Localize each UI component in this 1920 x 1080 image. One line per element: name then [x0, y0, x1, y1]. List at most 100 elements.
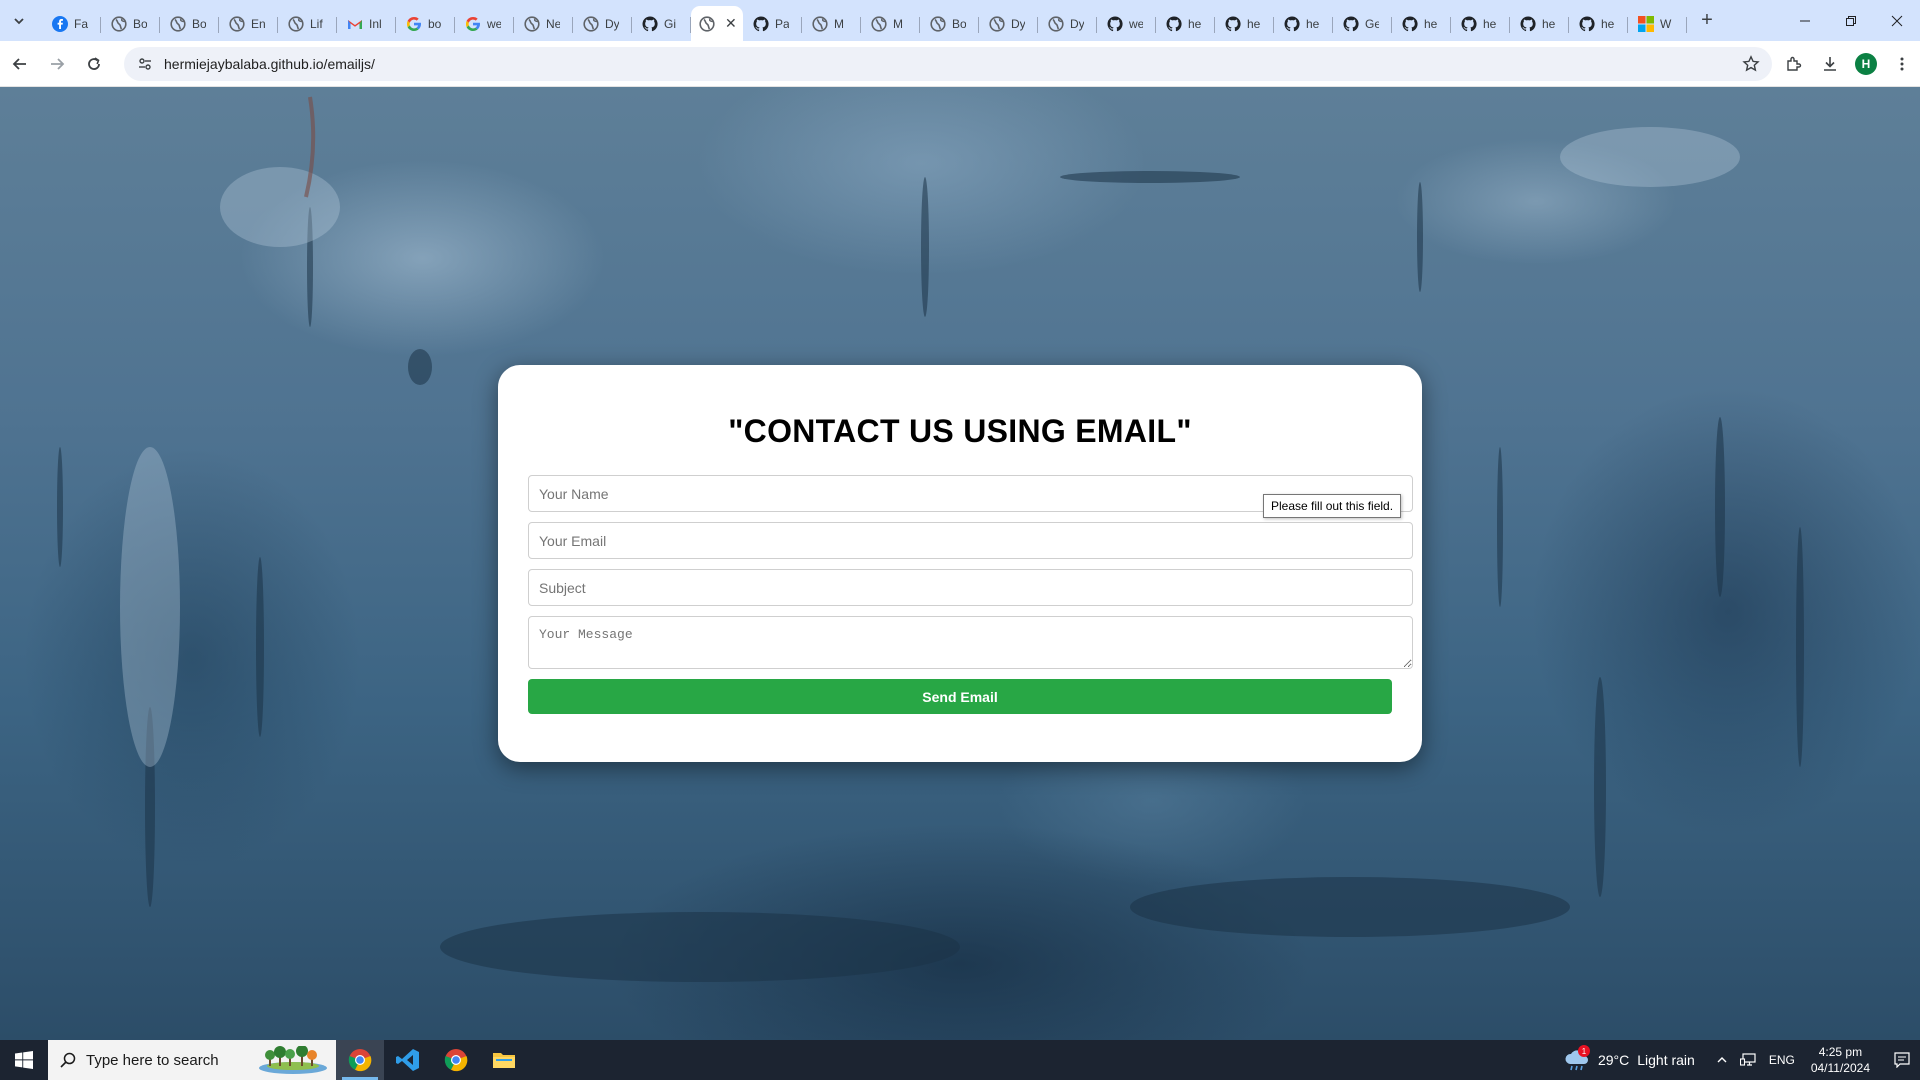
minimize-button[interactable]	[1782, 0, 1828, 41]
address-bar[interactable]: hermiejaybalaba.github.io/emailjs/	[124, 46, 1772, 81]
taskbar-file-explorer[interactable]	[480, 1040, 528, 1080]
clock[interactable]: 4:25 pm 04/11/2024	[1811, 1044, 1870, 1076]
tab-label: Bo	[952, 16, 966, 31]
tab[interactable]: he	[1156, 8, 1215, 40]
tab-label: he	[1306, 16, 1320, 31]
subject-input[interactable]	[528, 569, 1413, 606]
send-email-button[interactable]: Send Email	[528, 679, 1392, 714]
clock-date: 04/11/2024	[1810, 1061, 1870, 1075]
tab[interactable]: Lif	[278, 8, 337, 40]
tab[interactable]: W	[1628, 8, 1687, 40]
tab[interactable]: bo	[396, 8, 455, 40]
extensions-button[interactable]	[1776, 47, 1812, 81]
weather-widget[interactable]: 1 29°C Light rain	[1564, 1045, 1695, 1071]
close-tab-icon[interactable]: ✕	[725, 15, 737, 32]
tab[interactable]: he	[1392, 8, 1451, 40]
globe-icon	[170, 15, 186, 32]
profile-button[interactable]: H	[1848, 47, 1884, 81]
tab-label: Bo	[192, 16, 206, 31]
tab[interactable]: he	[1215, 8, 1274, 40]
tab[interactable]: En	[219, 8, 278, 40]
tab[interactable]: Ne	[514, 8, 573, 40]
tab[interactable]: Gi	[632, 8, 691, 40]
start-button[interactable]	[0, 1040, 48, 1080]
network-button[interactable]	[1735, 1053, 1761, 1067]
avatar: H	[1855, 53, 1877, 75]
arrow-left-icon	[12, 57, 26, 70]
chevron-up-icon	[1717, 1057, 1727, 1063]
page-title: "CONTACT US USING EMAIL"	[728, 413, 1192, 449]
weather-desc: Light rain	[1637, 1052, 1695, 1068]
close-window-button[interactable]	[1874, 0, 1920, 41]
tab-label: Dy	[1070, 16, 1084, 31]
clock-time: 4:25 pm	[1818, 1045, 1863, 1059]
back-button[interactable]	[3, 47, 37, 81]
github-icon	[1107, 15, 1123, 32]
tab[interactable]: he	[1510, 8, 1569, 40]
tab[interactable]: Pa	[743, 8, 802, 40]
windows-taskbar: Type here to search 1 29°C Light rain EN…	[0, 1040, 1920, 1080]
new-tab-button[interactable]: +	[1693, 7, 1721, 35]
tab-label: Fa	[74, 16, 88, 31]
tab[interactable]: he	[1274, 8, 1333, 40]
language-indicator[interactable]: ENG	[1769, 1053, 1795, 1067]
tab[interactable]: Bo	[160, 8, 219, 40]
globe-icon	[699, 15, 715, 32]
taskbar-chrome[interactable]	[432, 1040, 480, 1080]
star-icon	[1742, 54, 1760, 71]
url-text[interactable]: hermiejaybalaba.github.io/emailjs/	[164, 56, 375, 72]
taskbar-chrome-profile[interactable]	[336, 1040, 384, 1080]
tab-list: Fa Bo Bo En Lif Inl bo we Ne Dy Gi ✕ Pa M M Bo Dy Dy we he h…	[42, 0, 1687, 41]
globe-icon	[229, 15, 245, 32]
tab[interactable]: M	[861, 8, 920, 40]
email-input[interactable]	[528, 522, 1413, 559]
tab-label: Inl	[369, 16, 382, 31]
notifications-button[interactable]	[1884, 1040, 1920, 1080]
tab[interactable]: Inl	[337, 8, 396, 40]
downloads-button[interactable]	[1812, 47, 1848, 81]
tab[interactable]: Bo	[101, 8, 160, 40]
window-controls	[1782, 0, 1920, 41]
globe-icon	[583, 15, 599, 32]
restore-button[interactable]	[1828, 0, 1874, 41]
microsoft-icon	[1638, 15, 1654, 32]
site-info-button[interactable]	[132, 51, 158, 77]
github-icon	[1225, 15, 1241, 32]
tab[interactable]: Dy	[979, 8, 1038, 40]
tab[interactable]: we	[1097, 8, 1156, 40]
tab[interactable]: Ge	[1333, 8, 1392, 40]
tab[interactable]: Dy	[573, 8, 632, 40]
menu-button[interactable]	[1884, 47, 1920, 81]
taskbar-vscode[interactable]	[384, 1040, 432, 1080]
system-tray: 1 29°C Light rain ENG 4:25 pm 04/11/2024	[1564, 1040, 1920, 1080]
github-icon	[1402, 15, 1418, 32]
validation-tooltip: Please fill out this field.	[1263, 494, 1402, 518]
globe-icon	[989, 15, 1005, 32]
notification-icon	[1894, 1052, 1910, 1068]
tab-active[interactable]: ✕	[691, 6, 743, 41]
tune-icon	[139, 57, 151, 70]
browser-toolbar: hermiejaybalaba.github.io/emailjs/ H	[0, 41, 1920, 87]
github-icon	[753, 15, 769, 32]
bookmark-button[interactable]	[1742, 54, 1760, 78]
windows-icon	[15, 1051, 33, 1069]
tab[interactable]: M	[802, 8, 861, 40]
forward-button[interactable]	[40, 47, 74, 81]
tab[interactable]: he	[1569, 8, 1628, 40]
google-icon	[465, 16, 481, 32]
show-hidden-icons-button[interactable]	[1709, 1054, 1735, 1066]
tab[interactable]: we	[455, 8, 514, 40]
tab-label: M	[834, 16, 844, 31]
globe-icon	[812, 15, 828, 32]
taskbar-search[interactable]: Type here to search	[48, 1040, 336, 1080]
tab[interactable]: Dy	[1038, 8, 1097, 40]
message-textarea[interactable]	[528, 616, 1413, 669]
tab[interactable]: Bo	[920, 8, 979, 40]
tab-label: Bo	[133, 16, 147, 31]
close-icon	[1891, 15, 1903, 26]
tab[interactable]: he	[1451, 8, 1510, 40]
tab-label: M	[893, 16, 903, 31]
reload-button[interactable]	[77, 47, 111, 81]
tab-search-button[interactable]	[8, 10, 30, 32]
tab[interactable]: Fa	[42, 8, 101, 40]
